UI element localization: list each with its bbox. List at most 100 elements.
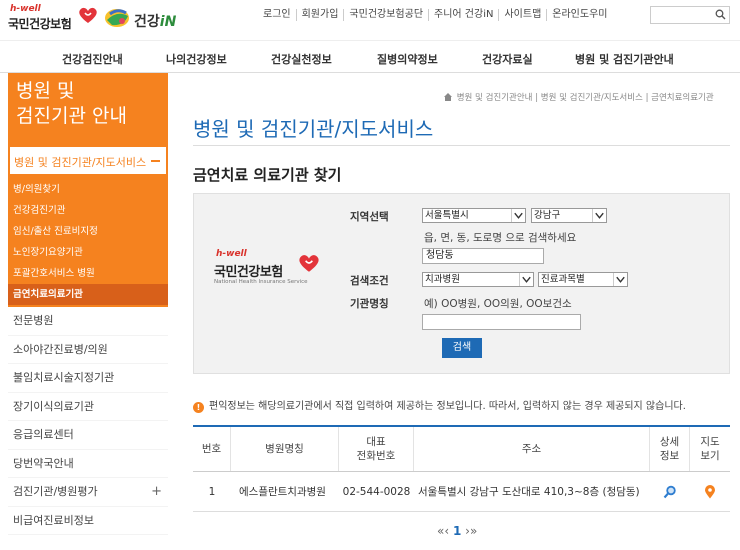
expand-icon[interactable]: + — [151, 478, 162, 506]
magnifier-icon[interactable] — [663, 485, 677, 499]
cell-phone: 02-544-0028 — [342, 485, 411, 498]
sidebar-item-label: 검진기관/병원평가 — [13, 485, 98, 498]
signup-link[interactable]: 회원가입 — [295, 9, 344, 21]
header-detail: 상세 정보 — [650, 427, 690, 471]
page-title: 병원 및 검진기관/지도서비스 — [193, 117, 434, 141]
header-address: 주소 — [414, 427, 650, 471]
collapse-icon[interactable] — [151, 160, 160, 162]
breadcrumb: 병원 및 검진기관안내 | 병원 및 검진기관/지도서비스 | 금연치료의료기관 — [444, 91, 714, 103]
cell-number: 1 — [208, 485, 216, 498]
nav-disease-info[interactable]: 질병의약정보 — [377, 51, 438, 67]
title-divider — [193, 145, 730, 146]
address-input[interactable]: 청담동 — [422, 248, 544, 264]
institution-name-label: 기관명칭 — [350, 298, 389, 310]
region-district-select[interactable]: 강남구 — [531, 208, 607, 223]
junior-link[interactable]: 주니어 건강iN — [428, 9, 498, 21]
sidebar-item-infertility[interactable]: 불임치료시술지정기관 — [8, 364, 168, 393]
panel-logo-sub: National Health Insurance Service — [214, 279, 308, 285]
utility-nav: 로그인 회원가입 국민건강보험공단 주니어 건강iN 사이트맵 온라인도우미 — [258, 9, 612, 21]
detail-info-button[interactable] — [650, 472, 690, 511]
sidebar-title: 병원 및 검진기관 안내 — [8, 73, 168, 147]
address-help-text: 읍, 면, 동, 도로명 으로 검색하세요 — [424, 232, 577, 244]
institution-type-select[interactable]: 치과병원 — [422, 272, 534, 287]
online-help-link[interactable]: 온라인도우미 — [546, 9, 612, 21]
sidebar-submenu: 병/의원찾기 건강검진기관 임신/출산 진료비지정 노인장기요양기관 포괄간호서… — [8, 176, 168, 307]
sidebar-title-line1: 병원 및 — [16, 80, 75, 102]
site-logo[interactable]: h-well 국민건강보험 건강iN — [6, 4, 186, 32]
sidebar-sub-checkup-institution[interactable]: 건강검진기관 — [8, 200, 168, 221]
nav-health-practice[interactable]: 건강실천정보 — [271, 51, 332, 67]
home-icon[interactable] — [444, 93, 452, 101]
header-phone: 대표 전화번호 — [339, 427, 414, 471]
institution-help-text: 예) OO병원, OO의원, OO보건소 — [424, 298, 572, 310]
nav-hospital-guide[interactable]: 병원 및 검진기관안내 — [575, 51, 674, 67]
notice-text: 편익정보는 해당의료기관에서 직접 입력하여 제공하는 정보입니다. 따라서, … — [209, 401, 686, 412]
notice: ! 편익정보는 해당의료기관에서 직접 입력하여 제공하는 정보입니다. 따라서,… — [193, 397, 686, 413]
pagination: «‹ 1 ›» — [437, 524, 477, 538]
nav-checkup-guide[interactable]: 건강검진안내 — [62, 51, 123, 67]
nav-my-health[interactable]: 나의건강정보 — [166, 51, 227, 67]
sidebar-item-pediatric-night[interactable]: 소아야간진료병/의원 — [8, 336, 168, 364]
map-view-button[interactable] — [690, 472, 730, 511]
cell-address: 서울특별시 강남구 도산대로 410,3~8층 (청담동) — [418, 485, 640, 498]
sidebar-sub-elderly-care[interactable]: 노인장기요양기관 — [8, 242, 168, 263]
institution-name-input[interactable] — [422, 314, 581, 330]
site-search-input[interactable] — [650, 6, 730, 24]
sidebar: 병원 및 검진기관 안내 병원 및 검진기관/지도서비스 병/의원찾기 건강검진… — [8, 73, 168, 535]
search-panel: h-well 국민건강보험 National Health Insurance … — [193, 193, 730, 374]
table-header: 번호 병원명칭 대표 전화번호 주소 상세 정보 지도 보기 — [193, 427, 730, 472]
sidebar-item-organ-transplant[interactable]: 장기이식의료기관 — [8, 393, 168, 421]
region-city-value: 서울특별시 — [425, 210, 469, 221]
sidebar-item-specialty-hospital[interactable]: 전문병원 — [8, 307, 168, 336]
breadcrumb-text: 병원 및 검진기관안내 | 병원 및 검진기관/지도서비스 | 금연치료의료기관 — [456, 93, 714, 103]
results-table: 번호 병원명칭 대표 전화번호 주소 상세 정보 지도 보기 1 에스플란트치과… — [193, 425, 730, 512]
heart-logo-icon — [79, 7, 97, 24]
last-page-button[interactable]: » — [470, 524, 477, 538]
department-value: 진료과목별 — [541, 274, 585, 285]
info-icon: ! — [193, 402, 204, 413]
sidebar-item-emergency[interactable]: 응급의료센터 — [8, 421, 168, 450]
sidebar-sub-pregnancy[interactable]: 임신/출산 진료비지정 — [8, 221, 168, 242]
section-title: 금연치료 의료기관 찾기 — [193, 166, 342, 184]
header-name: 병원명칭 — [231, 427, 339, 471]
chevron-down-icon — [519, 273, 531, 286]
prev-page-button[interactable]: ‹ — [444, 524, 449, 538]
main-nav: 건강검진안내 나의건강정보 건강실천정보 질병의약정보 건강자료실 병원 및 검… — [0, 40, 740, 73]
condition-label: 검색조건 — [350, 275, 389, 287]
chevron-down-icon — [511, 209, 523, 222]
sidebar-sub-smoking-cessation[interactable]: 금연치료의료기관 — [8, 284, 168, 305]
chevron-down-icon — [592, 209, 604, 222]
region-city-select[interactable]: 서울특별시 — [422, 208, 526, 223]
sidebar-item-evaluation[interactable]: 검진기관/병원평가 + — [8, 478, 168, 507]
search-button[interactable]: 검색 — [442, 338, 482, 358]
nav-health-library[interactable]: 건강자료실 — [482, 51, 533, 67]
sidebar-item-label: 병원 및 검진기관/지도서비스 — [14, 156, 147, 169]
sitemap-link[interactable]: 사이트맵 — [498, 9, 546, 21]
search-icon[interactable] — [715, 9, 726, 20]
logo-hwell-text: h-well — [10, 4, 41, 14]
sidebar-item-pharmacy[interactable]: 당번약국안내 — [8, 450, 168, 478]
top-bar: h-well 국민건강보험 건강iN 로그인 회원가입 국민건강보험공단 주니어… — [0, 0, 740, 34]
map-pin-icon[interactable] — [704, 484, 716, 499]
gunkang-logo-icon — [105, 9, 129, 27]
chevron-down-icon — [613, 273, 625, 286]
login-link[interactable]: 로그인 — [258, 9, 296, 21]
current-page[interactable]: 1 — [453, 524, 461, 538]
region-district-value: 강남구 — [534, 210, 561, 221]
panel-logo-hwell: h-well — [216, 249, 247, 259]
table-row: 1 에스플란트치과병원 02-544-0028 서울특별시 강남구 도산대로 4… — [193, 472, 730, 512]
header-map: 지도 보기 — [700, 436, 720, 462]
sidebar-item-noncovered-cost[interactable]: 비급여진료비정보 — [8, 507, 168, 535]
panel-logo: h-well 국민건강보험 National Health Insurance … — [214, 249, 334, 294]
sidebar-item-map-service[interactable]: 병원 및 검진기관/지도서비스 — [8, 147, 168, 176]
institution-type-value: 치과병원 — [425, 274, 460, 285]
cell-hospital-name[interactable]: 에스플란트치과병원 — [235, 472, 339, 511]
sidebar-sub-hospital-search[interactable]: 병/의원찾기 — [8, 179, 168, 200]
department-select[interactable]: 진료과목별 — [538, 272, 628, 287]
heart-logo-icon — [299, 255, 319, 272]
nhis-link[interactable]: 국민건강보험공단 — [343, 9, 428, 21]
header-number: 번호 — [193, 427, 231, 471]
sidebar-sub-nursing-service[interactable]: 포괄간호서비스 병원 — [8, 263, 168, 284]
region-label: 지역선택 — [350, 211, 389, 223]
panel-logo-name: 국민건강보험 — [214, 265, 283, 280]
